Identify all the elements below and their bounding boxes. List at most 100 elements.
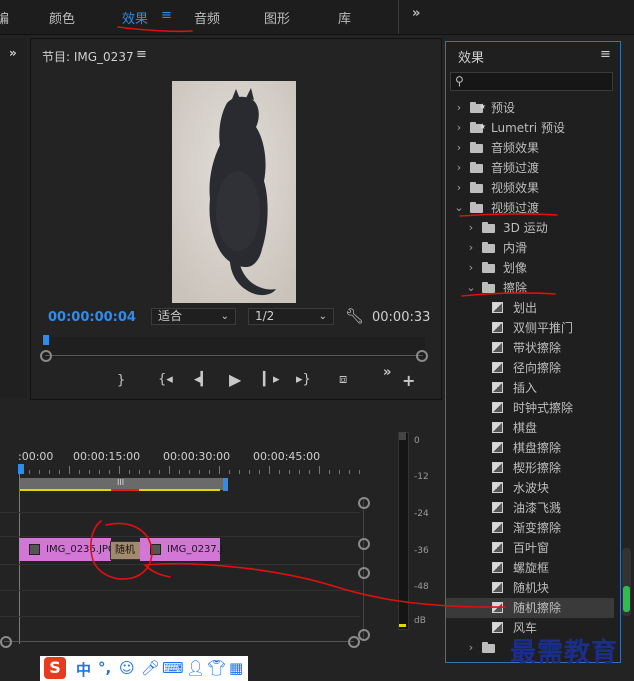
zoom-handle-left[interactable] xyxy=(40,350,52,362)
hscroll-handle-left[interactable] xyxy=(0,636,12,648)
timeline-playhead[interactable] xyxy=(18,464,24,474)
workspace-menu-icon[interactable]: ≡ xyxy=(161,8,172,23)
effect-folder[interactable]: › 内滑 xyxy=(446,238,614,258)
effect-item[interactable]: 螺旋框 xyxy=(446,558,614,578)
more-controls-icon[interactable]: » xyxy=(383,365,391,380)
effect-item[interactable]: 划出 xyxy=(446,298,614,318)
lang-toggle[interactable]: 中 xyxy=(76,659,91,680)
vscroll-handle[interactable] xyxy=(358,567,370,579)
work-area-grip[interactable]: III xyxy=(117,478,124,487)
export-frame-icon[interactable]: ⧈ xyxy=(339,372,347,387)
chevron-right-icon[interactable]: › xyxy=(454,98,464,118)
effects-search-input[interactable]: ⚲ xyxy=(450,72,613,91)
effect-folder[interactable]: › ★ Lumetri 预设 xyxy=(446,118,614,138)
playhead[interactable] xyxy=(43,335,49,345)
effects-scroll-thumb[interactable] xyxy=(623,586,630,612)
effect-folder[interactable]: › 音频效果 xyxy=(446,138,614,158)
effect-folder[interactable]: ⌄ 擦除 xyxy=(446,278,614,298)
effect-folder[interactable]: ⌄ 视频过渡 xyxy=(446,198,614,218)
effect-item[interactable]: 插入 xyxy=(446,378,614,398)
vscroll-handle-top[interactable] xyxy=(358,497,370,509)
effect-folder[interactable]: › ★ 预设 xyxy=(446,98,614,118)
effect-item[interactable]: 棋盘 xyxy=(446,418,614,438)
current-timecode[interactable]: 00:00:00:04 xyxy=(48,310,136,325)
panel-menu-icon[interactable]: ≡ xyxy=(136,47,147,62)
ruler-tick xyxy=(269,466,270,474)
chevron-right-icon[interactable]: › xyxy=(466,218,476,238)
step-back-icon[interactable]: ◂▎ xyxy=(194,372,211,387)
chevron-right-icon[interactable]: › xyxy=(466,638,476,658)
transition-random-wipe[interactable]: 随机擦 xyxy=(110,541,142,560)
zoom-handle-right[interactable] xyxy=(416,350,428,362)
chevron-right-icon[interactable]: › xyxy=(454,138,464,158)
grid-icon[interactable]: ▦ xyxy=(229,659,243,677)
effect-item[interactable]: 油漆飞溅 xyxy=(446,498,614,518)
microphone-icon[interactable]: 🎤︎ xyxy=(141,659,160,677)
keyboard-icon[interactable]: ⌨ xyxy=(162,659,184,677)
chevron-down-icon[interactable]: ⌄ xyxy=(454,198,464,218)
workspace-tab-edit[interactable]: 编 xyxy=(0,8,9,27)
go-to-in-icon[interactable]: {◂ xyxy=(158,372,173,387)
play-icon[interactable]: ▶ xyxy=(229,370,241,389)
ruler-tick xyxy=(149,470,150,474)
panel-menu-icon[interactable]: ≡ xyxy=(600,47,611,62)
effect-item[interactable]: 随机块 xyxy=(446,578,614,598)
effect-item[interactable]: 径向擦除 xyxy=(446,358,614,378)
mark-out-icon[interactable]: } xyxy=(117,373,125,388)
effect-item[interactable]: 渐变擦除 xyxy=(446,518,614,538)
effect-item[interactable]: 时钟式擦除 xyxy=(446,398,614,418)
punct-toggle[interactable]: °, xyxy=(98,659,111,677)
effect-folder[interactable]: › 3D 运动 xyxy=(446,218,614,238)
expand-panel-icon[interactable]: » xyxy=(9,46,17,60)
effect-label: 音频效果 xyxy=(491,141,540,155)
vscroll-handle-bottom[interactable] xyxy=(358,629,370,641)
transition-icon xyxy=(492,582,503,593)
clip-img-0237[interactable]: IMG_0237.J xyxy=(140,538,223,561)
effect-label: 随机块 xyxy=(513,581,550,595)
chevron-right-icon[interactable]: › xyxy=(466,258,476,278)
effect-item[interactable]: 棋盘擦除 xyxy=(446,438,614,458)
workspace-tab-audio[interactable]: 音频 xyxy=(194,8,220,27)
effect-item[interactable]: 双侧平推门 xyxy=(446,318,614,338)
wrench-icon[interactable]: 🔧︎ xyxy=(345,307,364,325)
smiley-icon[interactable]: ☺ xyxy=(119,659,135,677)
workspace-tab-graphics[interactable]: 图形 xyxy=(264,8,290,27)
effect-folder[interactable]: › 划像 xyxy=(446,258,614,278)
effect-label: 油漆飞溅 xyxy=(513,501,562,515)
effect-item[interactable]: 带状擦除 xyxy=(446,338,614,358)
fit-select[interactable]: 适合 ⌄ xyxy=(151,308,236,325)
chevron-down-icon[interactable]: ⌄ xyxy=(466,278,476,298)
effect-label: 划出 xyxy=(513,301,538,315)
chevron-right-icon[interactable]: › xyxy=(454,178,464,198)
user-icon[interactable]: 👤︎ xyxy=(186,659,205,677)
effect-item[interactable]: 楔形擦除 xyxy=(446,458,614,478)
work-area-end[interactable] xyxy=(223,478,228,491)
vscroll-handle[interactable] xyxy=(358,538,370,550)
effect-item[interactable]: 百叶窗 xyxy=(446,538,614,558)
effect-folder[interactable]: › 音频过渡 xyxy=(446,158,614,178)
chevron-right-icon[interactable]: › xyxy=(454,158,464,178)
transition-icon xyxy=(492,362,503,373)
chevron-right-icon[interactable]: › xyxy=(454,118,464,138)
sogou-logo-icon[interactable]: S xyxy=(44,657,66,679)
workspace-tab-color[interactable]: 颜色 xyxy=(49,8,75,27)
step-forward-icon[interactable]: ▎▸ xyxy=(263,372,280,387)
more-workspaces-icon[interactable]: » xyxy=(412,6,420,21)
add-button-icon[interactable]: + xyxy=(402,371,415,390)
effect-label: 随机擦除 xyxy=(513,601,562,615)
workspace-tab-libraries[interactable]: 库 xyxy=(338,8,351,27)
go-to-out-icon[interactable]: ▸} xyxy=(296,372,311,387)
workspace-tab-effects[interactable]: 效果 xyxy=(122,8,148,27)
chevron-right-icon[interactable]: › xyxy=(466,238,476,258)
timeline-hscroll[interactable] xyxy=(4,641,354,642)
hscroll-handle-right[interactable] xyxy=(348,636,360,648)
clip-name: IMG_0236.JPG xyxy=(46,544,116,555)
effect-folder[interactable]: › 视频效果 xyxy=(446,178,614,198)
resolution-select[interactable]: 1/2 ⌄ xyxy=(248,308,334,325)
effect-item[interactable]: 随机擦除 xyxy=(446,598,614,618)
effect-item[interactable]: 水波块 xyxy=(446,478,614,498)
divider xyxy=(398,0,399,34)
ruler-tick xyxy=(69,466,70,474)
shirt-icon[interactable]: 👕︎ xyxy=(207,659,226,677)
clip-img-0236[interactable]: IMG_0236.JPG xyxy=(19,538,116,561)
